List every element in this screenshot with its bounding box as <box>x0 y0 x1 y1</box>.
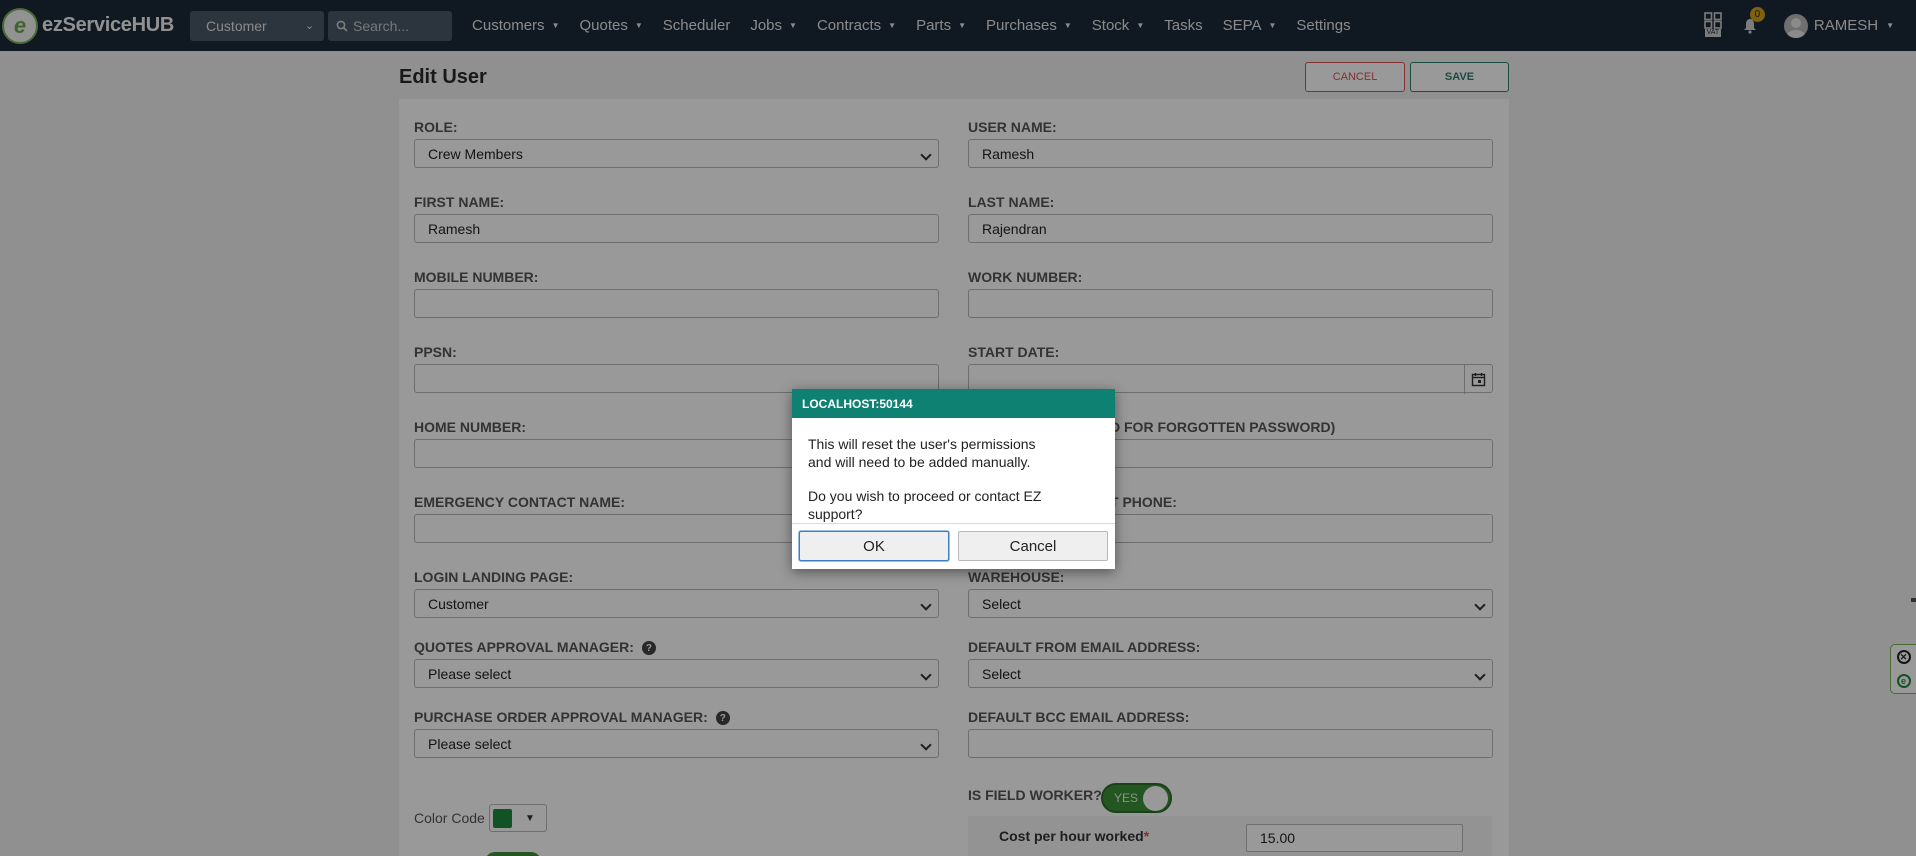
dialog-footer: OK Cancel <box>792 523 1115 569</box>
dialog-title: LOCALHOST:50144 <box>792 389 1115 418</box>
dialog-message-line: Do you wish to proceed or contact EZ sup… <box>808 488 1042 522</box>
dialog-cancel-button[interactable]: Cancel <box>958 531 1108 561</box>
dialog-message-line: This will reset the user's permissions <box>808 436 1036 452</box>
dialog-message: This will reset the user's permissions a… <box>792 418 1115 523</box>
confirm-dialog: LOCALHOST:50144 This will reset the user… <box>792 389 1115 569</box>
ok-button[interactable]: OK <box>799 531 949 561</box>
dialog-message-line: and will need to be added manually. <box>808 454 1031 470</box>
